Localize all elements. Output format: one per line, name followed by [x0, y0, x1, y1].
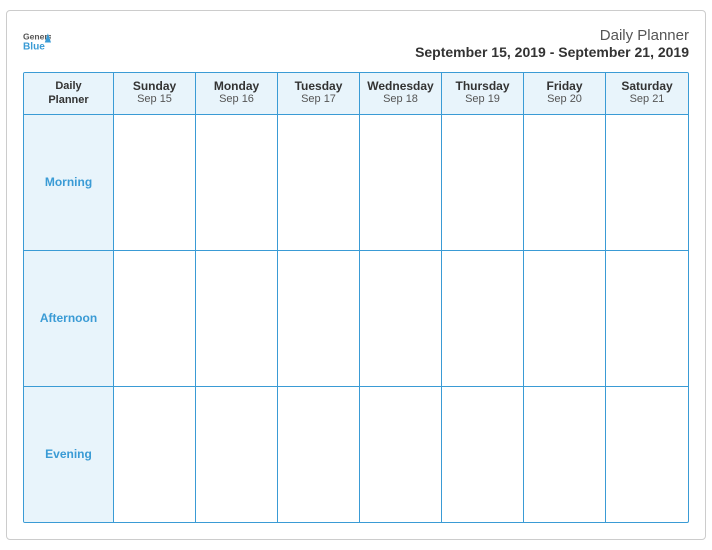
cell-afternoon-sun[interactable]: [114, 251, 196, 386]
svg-text:Blue: Blue: [23, 42, 45, 53]
page: General Blue Daily Planner September 15,…: [6, 10, 706, 540]
row-morning: Morning: [24, 115, 688, 251]
cell-evening-sun[interactable]: [114, 387, 196, 522]
logo: General Blue: [23, 27, 51, 55]
header-col-5: Friday Sep 20: [524, 73, 606, 114]
cell-morning-sat[interactable]: [606, 115, 688, 250]
header-label-cell: Daily Planner: [24, 73, 114, 114]
header-col-4: Thursday Sep 19: [442, 73, 524, 114]
header-col-6: Saturday Sep 21: [606, 73, 688, 114]
calendar: Daily Planner Sunday Sep 15 Monday Sep 1…: [23, 72, 689, 523]
cell-afternoon-sat[interactable]: [606, 251, 688, 386]
cell-morning-sun[interactable]: [114, 115, 196, 250]
cell-evening-wed[interactable]: [360, 387, 442, 522]
row-label-morning: Morning: [24, 115, 114, 250]
cell-morning-wed[interactable]: [360, 115, 442, 250]
row-afternoon: Afternoon: [24, 251, 688, 387]
cell-evening-tue[interactable]: [278, 387, 360, 522]
header-col-0: Sunday Sep 15: [114, 73, 196, 114]
header: General Blue Daily Planner September 15,…: [23, 27, 689, 60]
cell-evening-mon[interactable]: [196, 387, 278, 522]
cell-afternoon-tue[interactable]: [278, 251, 360, 386]
cell-morning-tue[interactable]: [278, 115, 360, 250]
cell-evening-thu[interactable]: [442, 387, 524, 522]
row-label-afternoon: Afternoon: [24, 251, 114, 386]
calendar-header-row: Daily Planner Sunday Sep 15 Monday Sep 1…: [24, 73, 688, 115]
header-col-3: Wednesday Sep 18: [360, 73, 442, 114]
cell-afternoon-mon[interactable]: [196, 251, 278, 386]
cell-evening-sat[interactable]: [606, 387, 688, 522]
calendar-body: Morning Afternoon: [24, 115, 688, 522]
cell-morning-mon[interactable]: [196, 115, 278, 250]
cell-evening-fri[interactable]: [524, 387, 606, 522]
cell-morning-thu[interactable]: [442, 115, 524, 250]
title-block: Daily Planner September 15, 2019 - Septe…: [415, 27, 689, 60]
header-col-1: Monday Sep 16: [196, 73, 278, 114]
header-label: Daily Planner: [48, 79, 88, 108]
row-label-evening: Evening: [24, 387, 114, 522]
row-evening: Evening: [24, 387, 688, 522]
planner-title: Daily Planner: [415, 27, 689, 44]
cell-afternoon-fri[interactable]: [524, 251, 606, 386]
cell-afternoon-thu[interactable]: [442, 251, 524, 386]
cell-afternoon-wed[interactable]: [360, 251, 442, 386]
cell-morning-fri[interactable]: [524, 115, 606, 250]
date-range: September 15, 2019 - September 21, 2019: [415, 44, 689, 60]
header-col-2: Tuesday Sep 17: [278, 73, 360, 114]
general-blue-logo-icon: General Blue: [23, 27, 51, 55]
